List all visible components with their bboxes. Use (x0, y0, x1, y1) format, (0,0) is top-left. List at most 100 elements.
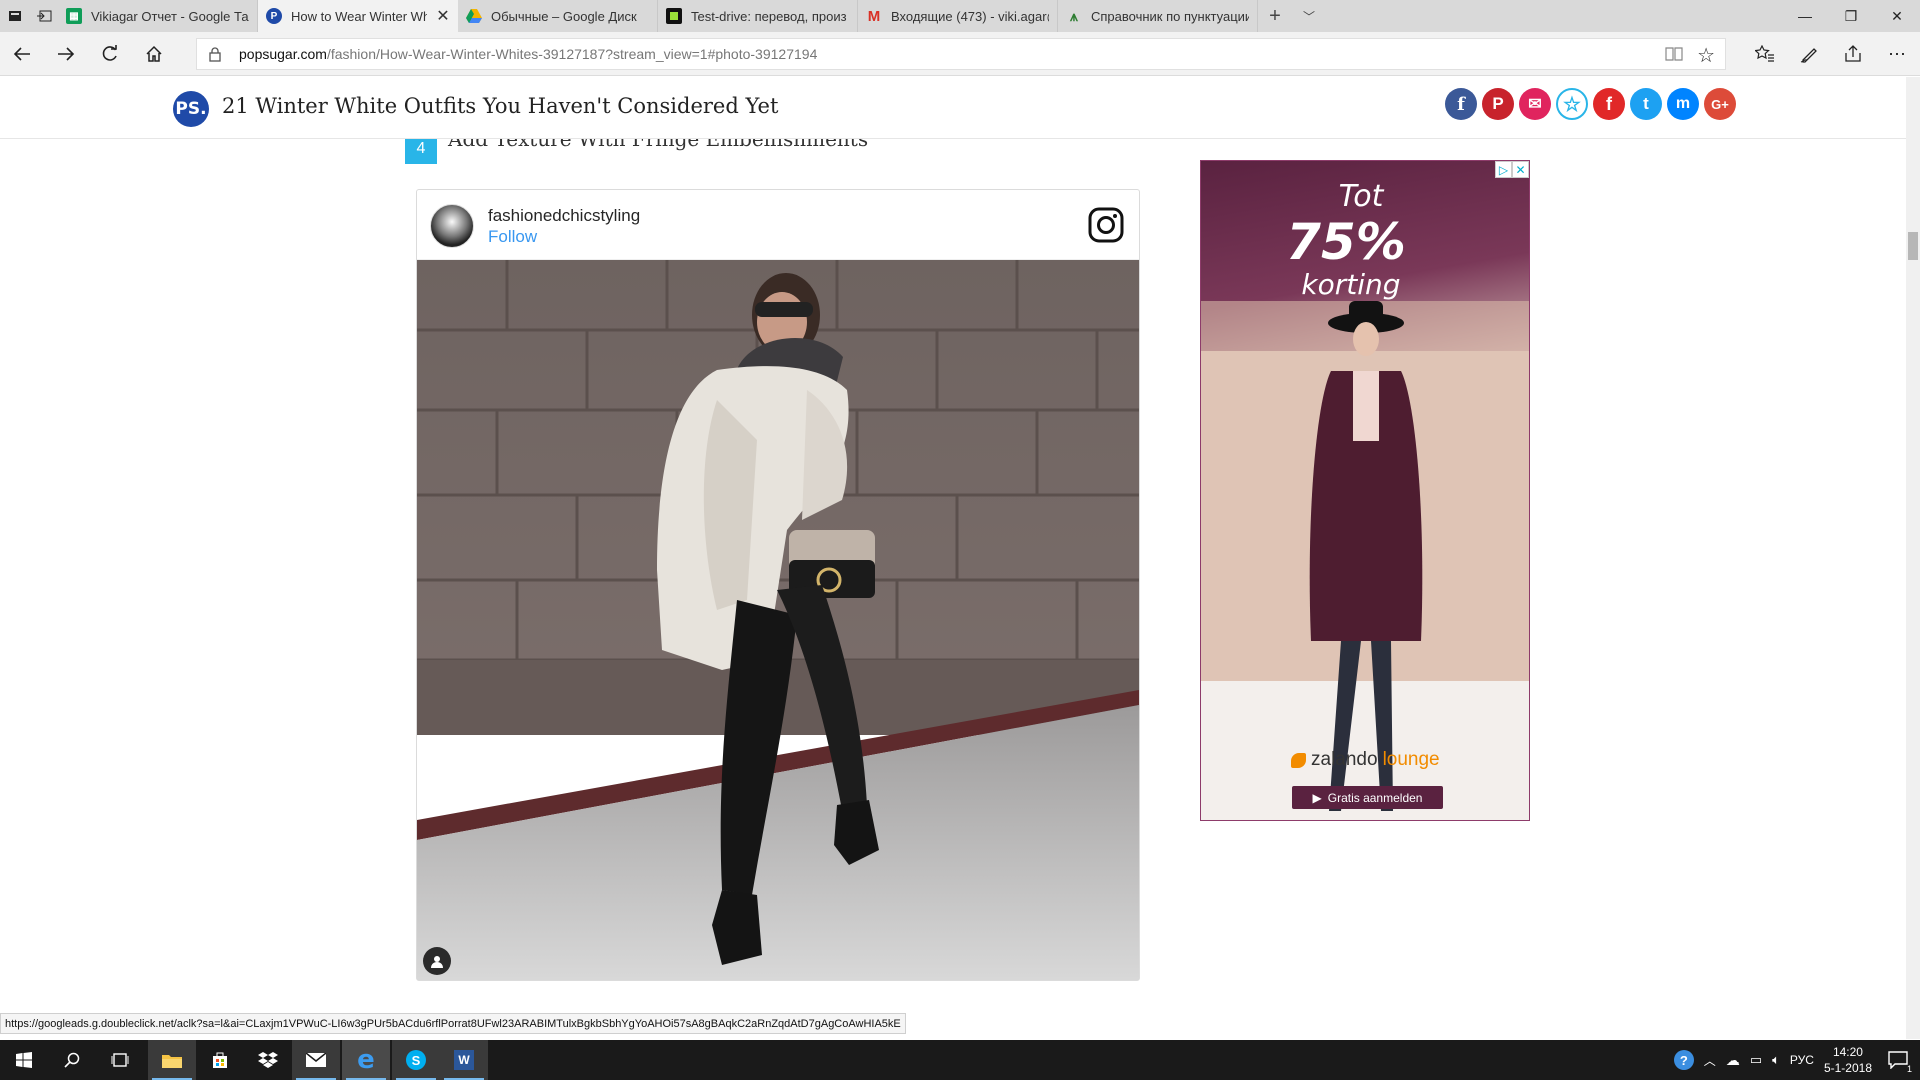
messenger-icon: m (1675, 95, 1691, 112)
tab-label: Входящие (473) - viki.agar@ (891, 8, 1049, 24)
status-bar-url: https://googleads.g.doubleclick.net/aclk… (0, 1013, 906, 1034)
favorite-button[interactable]: ☆ (1556, 88, 1588, 120)
square-icon (666, 8, 682, 24)
gmail-icon: M (867, 7, 881, 25)
clock-date: 5-1-2018 (1823, 1061, 1872, 1075)
star-icon: ☆ (1563, 93, 1581, 116)
tab-label: How to Wear Winter Wh (291, 8, 427, 24)
notes-pen-icon[interactable] (1789, 32, 1829, 76)
tab-drive[interactable]: Обычные – Google Диск (458, 0, 658, 32)
ad-model-image (1201, 301, 1529, 820)
reading-view-icon[interactable] (1665, 46, 1683, 65)
instagram-icon[interactable] (1088, 207, 1124, 248)
back-icon[interactable] (2, 32, 42, 76)
adchoices-badge[interactable]: ▷ ✕ (1495, 161, 1529, 178)
scrollbar-thumb[interactable] (1908, 232, 1918, 260)
more-menu-icon[interactable]: ⋯ (1877, 32, 1917, 76)
brand-text-b: lounge (1382, 749, 1440, 770)
edge-browser-icon[interactable]: e (342, 1040, 390, 1080)
clock[interactable]: 14:20 5-1-2018 (1824, 1044, 1872, 1076)
share-buttons: f P ✉ ☆ f t m G+ (1445, 88, 1736, 120)
page-scrollbar[interactable] (1906, 77, 1920, 1039)
twitter-icon: t (1643, 94, 1649, 113)
onedrive-icon[interactable]: ☁ (1726, 1052, 1740, 1069)
task-view-icon[interactable] (96, 1040, 144, 1080)
skype-logo-icon: S (406, 1050, 426, 1070)
new-tab-icon[interactable]: + (1258, 0, 1292, 32)
dropbox-icon[interactable] (244, 1040, 292, 1080)
close-window-icon[interactable]: ✕ (1874, 0, 1920, 32)
googleplus-share-button[interactable]: G+ (1704, 88, 1736, 120)
avatar[interactable] (430, 204, 474, 248)
flipboard-share-button[interactable]: f (1593, 88, 1625, 120)
site-header: PS. 21 Winter White Outfits You Haven't … (0, 77, 1906, 139)
adchoices-icon[interactable]: ▷ (1495, 161, 1512, 178)
instagram-photo[interactable] (417, 260, 1139, 980)
tab-popsugar[interactable]: P How to Wear Winter Wh ✕ (258, 0, 458, 32)
favorite-star-icon[interactable]: ☆ (1697, 43, 1715, 68)
ad-cta-button[interactable]: ▶ Gratis aanmelden (1292, 786, 1443, 809)
messenger-share-button[interactable]: m (1667, 88, 1699, 120)
mail-icon[interactable] (292, 1040, 340, 1080)
system-tray: ? ︿ ☁ ▭ 🔈︎ РУС 14:20 5-1-2018 (1673, 1040, 1872, 1080)
tab-gmail[interactable]: M Входящие (473) - viki.agar@ (858, 0, 1058, 32)
word-logo-icon: W (454, 1050, 474, 1070)
ad-cta-label: Gratis aanmelden (1327, 790, 1423, 805)
chevron-up-icon[interactable]: ︿ (1704, 1052, 1716, 1069)
instagram-username[interactable]: fashionedchicstyling (488, 206, 640, 226)
tab-bar: ▦ Vikiagar Отчет - Google Таб P How to W… (0, 0, 1920, 32)
close-ad-icon[interactable]: ✕ (1512, 161, 1529, 178)
volume-icon[interactable]: 🔈︎ (1772, 1052, 1780, 1068)
share-icon[interactable] (1833, 32, 1873, 76)
tab-sheets[interactable]: ▦ Vikiagar Отчет - Google Таб (58, 0, 258, 32)
restore-icon[interactable]: ❐ (1828, 0, 1874, 32)
instagram-embed: fashionedchicstyling Follow (416, 189, 1140, 981)
search-icon[interactable] (48, 1040, 96, 1080)
forward-icon[interactable] (46, 32, 86, 76)
start-windows-icon[interactable] (0, 1040, 48, 1080)
site-icon: ⩚ (1070, 7, 1078, 24)
minimize-icon[interactable]: — (1782, 0, 1828, 32)
tab-label: Обычные – Google Диск (491, 8, 637, 24)
tab-preview-icon[interactable] (0, 0, 29, 32)
action-center-icon[interactable]: 1 (1876, 1040, 1920, 1080)
flipboard-icon: f (1606, 93, 1612, 114)
googleplus-icon: G+ (1711, 96, 1729, 112)
ad-text-line3: korting (1301, 268, 1401, 301)
skype-icon[interactable]: S (392, 1040, 440, 1080)
refresh-icon[interactable] (90, 32, 130, 76)
pinterest-share-button[interactable]: P (1482, 88, 1514, 120)
drive-icon (466, 8, 482, 24)
favorites-hub-icon[interactable] (1745, 32, 1785, 76)
twitter-share-button[interactable]: t (1630, 88, 1662, 120)
popsugar-icon: P (266, 8, 282, 24)
set-aside-tabs-icon[interactable] (29, 0, 58, 32)
home-icon[interactable] (134, 32, 174, 76)
page-title: 21 Winter White Outfits You Haven't Cons… (222, 94, 779, 118)
network-icon[interactable]: ▭ (1750, 1052, 1762, 1068)
address-bar[interactable]: popsugar.com/fashion/How-Wear-Winter-Whi… (196, 38, 1726, 70)
tagged-user-icon[interactable] (423, 947, 451, 975)
advertisement[interactable]: ▷ ✕ Tot 75% korting zalando lounge ▶ Grat… (1200, 160, 1530, 821)
tab-testdrive[interactable]: Test-drive: перевод, произ (658, 0, 858, 32)
help-icon[interactable]: ? (1673, 1050, 1694, 1070)
tab-label: Test-drive: перевод, произ (691, 8, 847, 24)
notification-count: 1 (1906, 1064, 1912, 1074)
tab-label: Vikiagar Отчет - Google Таб (91, 8, 249, 24)
url-host: popsugar.com (239, 46, 327, 62)
facebook-share-button[interactable]: f (1445, 88, 1477, 120)
file-explorer-icon[interactable] (148, 1040, 196, 1080)
popsugar-logo[interactable]: PS. (173, 91, 209, 127)
web-page: PS. 21 Winter White Outfits You Haven't … (0, 77, 1906, 1037)
chevron-down-icon[interactable]: ﹀ (1292, 0, 1326, 32)
facebook-icon: f (1457, 93, 1465, 115)
language-indicator[interactable]: РУС (1790, 1053, 1814, 1067)
word-icon[interactable]: W (440, 1040, 488, 1080)
email-share-button[interactable]: ✉ (1519, 88, 1551, 120)
close-tab-icon[interactable]: ✕ (436, 6, 450, 26)
tab-punctuation[interactable]: ⩚ Справочник по пунктуации (1058, 0, 1258, 32)
follow-link[interactable]: Follow (488, 227, 537, 247)
instagram-header: fashionedchicstyling Follow (417, 190, 1139, 260)
store-icon[interactable] (196, 1040, 244, 1080)
zalando-lounge-logo: zalando lounge (1291, 749, 1440, 771)
